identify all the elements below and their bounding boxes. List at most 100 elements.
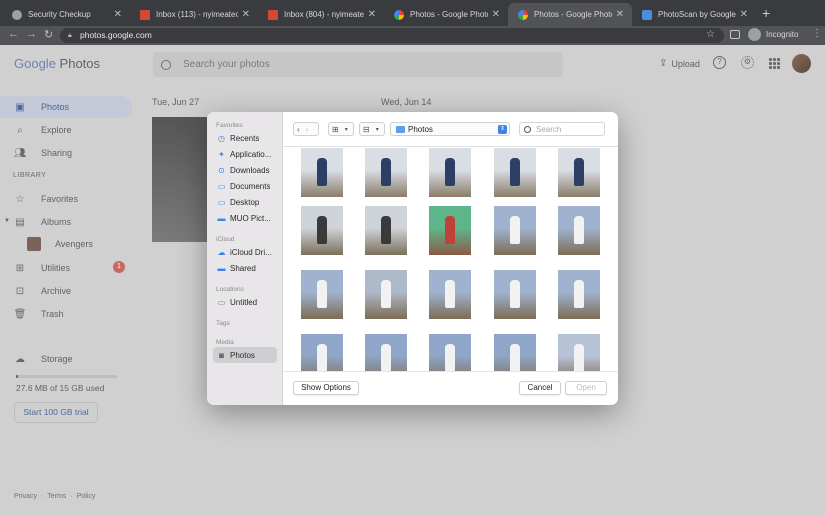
forward-chevron-icon[interactable]: ›: [303, 125, 312, 134]
bookmark-star-icon[interactable]: ☆: [706, 30, 715, 40]
photo-thumbnail[interactable]: [429, 206, 471, 255]
photo-thumbnail[interactable]: [494, 270, 536, 319]
sidebar-item-albums[interactable]: ▤ Albums: [0, 211, 71, 233]
photo-thumbnail[interactable]: [558, 206, 600, 255]
photo-thumbnail[interactable]: [494, 334, 536, 371]
search-placeholder: Search: [536, 124, 562, 134]
sidebar-item-archive[interactable]: ⊡ Archive: [0, 280, 71, 302]
close-tab-icon[interactable]: ✕: [242, 9, 250, 20]
terms-link[interactable]: Terms: [47, 493, 66, 500]
tab-google-photos-1[interactable]: Photos - Google Photos ✕: [384, 3, 508, 26]
photo-thumbnail[interactable]: [301, 206, 343, 255]
search-placeholder: Search your photos: [183, 59, 270, 70]
side-panel-icon[interactable]: [730, 30, 740, 39]
photo-thumbnail[interactable]: [365, 334, 407, 371]
sidebar-item-desktop[interactable]: ▭ Desktop: [213, 194, 277, 210]
location-popup[interactable]: Photos ⇕: [390, 122, 510, 136]
dialog-search-field[interactable]: Search: [519, 122, 605, 136]
tab-photoscan[interactable]: PhotoScan by Google Pho ✕: [632, 3, 756, 26]
sidebar-item-untitled[interactable]: ▭ Untitled: [213, 294, 277, 310]
gmail-icon: [140, 9, 150, 20]
photo-thumbnail[interactable]: [558, 270, 600, 319]
photo-thumbnail[interactable]: [494, 148, 536, 197]
people-icon: 👥︎: [13, 147, 27, 159]
upload-button[interactable]: ⇪ Upload: [659, 58, 700, 69]
incognito-indicator[interactable]: Incognito: [748, 28, 798, 41]
sidebar-item-sharing[interactable]: 👥︎ Sharing: [0, 142, 72, 164]
photo-thumbnail[interactable]: [301, 270, 343, 319]
lock-icon[interactable]: 🔒︎: [68, 28, 72, 43]
close-tab-icon[interactable]: ✕: [492, 9, 500, 20]
privacy-link[interactable]: Privacy: [14, 493, 37, 500]
settings-gear-icon[interactable]: ⚙: [741, 56, 754, 69]
sidebar-item-downloads[interactable]: ⊙ Downloads: [213, 162, 277, 178]
icon-view-button[interactable]: ⊞ ▾: [328, 122, 354, 136]
sidebar-item-recents[interactable]: ◷ Recents: [213, 130, 277, 146]
account-avatar[interactable]: [792, 54, 811, 73]
close-tab-icon[interactable]: ✕: [368, 9, 376, 20]
start-trial-button[interactable]: Start 100 GB trial: [14, 402, 98, 423]
photo-thumbnail[interactable]: [301, 334, 343, 371]
photo-thumbnail[interactable]: [558, 148, 600, 197]
back-arrow-icon[interactable]: ←: [8, 28, 19, 40]
help-icon[interactable]: ?: [713, 56, 726, 69]
sidebar-item-photos[interactable]: ▣ Photos: [0, 96, 132, 118]
sidebar-album-avengers[interactable]: Avengers: [27, 237, 93, 251]
footer-links: Privacy · Terms · Policy: [14, 493, 95, 500]
sidebar-item-favorites[interactable]: ☆ Favorites: [0, 188, 79, 210]
google-apps-icon[interactable]: [769, 58, 780, 69]
group-button[interactable]: ⊟ ▾: [359, 122, 385, 136]
photos-search-bar[interactable]: Search your photos: [153, 52, 563, 77]
photo-thumbnail[interactable]: [429, 148, 471, 197]
sidebar-item-trash[interactable]: 🗑︎ Trash: [0, 303, 64, 325]
cloud-icon: ☁: [217, 247, 226, 257]
cancel-button[interactable]: Cancel: [519, 381, 561, 395]
address-bar[interactable]: 🔒︎ photos.google.com: [60, 28, 724, 43]
sidebar-item-icloud-drive[interactable]: ☁ iCloud Dri...: [213, 244, 277, 260]
close-tab-icon[interactable]: ✕: [616, 9, 624, 20]
sidebar-section-favorites: Favorites: [216, 122, 243, 129]
close-tab-icon[interactable]: ✕: [740, 9, 748, 20]
sidebar-item-label: MUO Pict...: [230, 213, 271, 223]
sidebar-item-documents[interactable]: ▭ Documents: [213, 178, 277, 194]
back-chevron-icon[interactable]: ‹: [294, 125, 303, 134]
photo-thumbnail[interactable]: [365, 148, 407, 197]
photo-thumbnail[interactable]: [301, 148, 343, 197]
sidebar-item-photos[interactable]: ◙ Photos: [213, 347, 277, 363]
incognito-label: Incognito: [766, 30, 799, 39]
photo-thumbnail[interactable]: [365, 270, 407, 319]
show-options-button[interactable]: Show Options: [293, 381, 359, 395]
sidebar-item-shared[interactable]: ▬ Shared: [213, 260, 277, 276]
new-tab-icon[interactable]: +: [762, 6, 770, 20]
close-tab-icon[interactable]: ✕: [114, 9, 122, 20]
forward-arrow-icon[interactable]: →: [26, 28, 37, 40]
open-button[interactable]: Open: [565, 381, 607, 395]
tab-gmail-inbox-113[interactable]: Inbox (113) - nyimeateoba ✕: [130, 3, 258, 26]
tab-security-checkup[interactable]: Security Checkup ✕: [2, 3, 130, 26]
photo-thumbnail[interactable]: [365, 206, 407, 255]
reload-icon[interactable]: ↻: [44, 28, 53, 41]
photo-thumbnail[interactable]: [152, 117, 208, 242]
tab-gmail-inbox-804[interactable]: Inbox (804) - nyimeate@g ✕: [258, 3, 384, 26]
photo-thumbnail[interactable]: [429, 334, 471, 371]
more-menu-icon[interactable]: ⋮: [812, 28, 822, 39]
sidebar-item-utilities[interactable]: ⊞ Utilities: [0, 257, 70, 279]
sidebar-item-applications[interactable]: ✦ Applicatio...: [213, 146, 277, 162]
tab-title: PhotoScan by Google Pho: [658, 10, 736, 19]
photo-thumbnail[interactable]: [429, 270, 471, 319]
utilities-icon: ⊞: [15, 262, 25, 274]
policy-link[interactable]: Policy: [77, 493, 96, 500]
photo-thumbnail[interactable]: [494, 206, 536, 255]
sidebar-item-label: Favorites: [41, 194, 79, 204]
photo-thumbnail[interactable]: [558, 334, 600, 371]
sidebar-section-locations: Locations: [216, 286, 244, 293]
person-figure: [445, 216, 455, 244]
google-photos-logo[interactable]: Google Photos: [14, 56, 100, 71]
sidebar-item-muo-pictures[interactable]: ▬ MUO Pict...: [213, 210, 277, 226]
sidebar-item-label: Explore: [41, 125, 72, 135]
sidebar-item-explore[interactable]: ⌕ Explore: [0, 119, 72, 141]
sidebar-item-storage[interactable]: ☁ Storage: [0, 348, 73, 370]
tab-title: Inbox (804) - nyimeate@g: [284, 10, 364, 19]
back-forward-control: ‹ ›: [293, 122, 319, 136]
tab-google-photos-2[interactable]: Photos - Google Photos ✕: [508, 3, 632, 26]
